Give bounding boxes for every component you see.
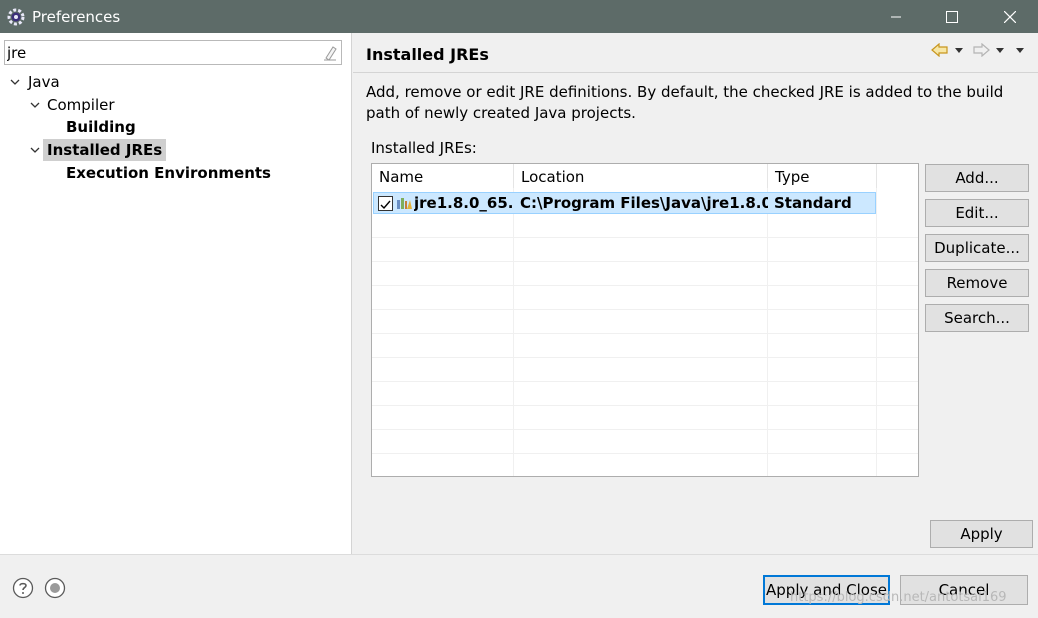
help-icon[interactable] — [12, 577, 34, 599]
table-row — [372, 286, 918, 310]
chevron-down-icon[interactable] — [952, 43, 966, 57]
jre-type: Standard — [774, 194, 852, 212]
close-button[interactable] — [982, 0, 1038, 33]
preference-page: Installed JREs Add, remove or edit JRE d… — [353, 33, 1038, 554]
tree-item-label: Compiler — [47, 96, 115, 114]
filter-input[interactable] — [5, 43, 305, 62]
view-menu-icon[interactable] — [1013, 43, 1027, 57]
table-label: Installed JREs: — [371, 139, 477, 157]
table-row — [372, 238, 918, 262]
table-row — [372, 310, 918, 334]
tree-item-compiler[interactable]: Compiler — [0, 94, 352, 116]
edit-button[interactable]: Edit... — [925, 199, 1029, 227]
tree-item-label: Installed JREs — [43, 139, 167, 161]
back-arrow-icon[interactable] — [931, 43, 949, 57]
title-bar: Preferences — [0, 0, 1038, 33]
history-navigation — [931, 43, 1027, 57]
table-row-jre[interactable]: jre1.8.0_65... C:\Program Files\Java\jre… — [373, 192, 876, 214]
default-jre-checkbox[interactable] — [378, 196, 393, 211]
table-row — [372, 214, 918, 238]
checkmark-icon — [380, 200, 391, 210]
installed-jres-table[interactable]: Name Location Type jre1.8.0_65... C:\Pro… — [371, 163, 919, 477]
filter-field[interactable] — [4, 40, 342, 65]
page-header: Installed JREs — [353, 33, 1038, 73]
tree-item-installed-jres[interactable]: Installed JREs — [0, 139, 352, 161]
watermark: https://blog.csdn.net/antotsal169 — [790, 590, 1007, 605]
tree-item-label: Execution Environments — [66, 164, 271, 182]
tree-item-building[interactable]: Building — [0, 116, 352, 138]
page-title: Installed JREs — [366, 45, 489, 64]
forward-arrow-icon[interactable] — [972, 43, 990, 57]
apply-button[interactable]: Apply — [930, 520, 1033, 548]
eraser-icon[interactable] — [323, 45, 337, 61]
preference-tree-pane: Java Compiler Building Installed JREs Ex… — [0, 33, 352, 554]
chevron-down-icon[interactable] — [993, 43, 1007, 57]
table-row — [372, 262, 918, 286]
search-button[interactable]: Search... — [925, 304, 1029, 332]
add-button[interactable]: Add... — [925, 164, 1029, 192]
column-header-location[interactable]: Location — [514, 164, 768, 188]
column-header-name[interactable]: Name — [372, 164, 514, 188]
minimize-icon — [891, 16, 901, 17]
chevron-down-icon[interactable] — [28, 143, 42, 157]
dialog-button-bar: Apply and Close Cancel https://blog.csdn… — [0, 554, 1038, 618]
eclipse-gear-icon — [7, 8, 25, 25]
table-row — [372, 382, 918, 406]
close-icon — [1004, 10, 1016, 23]
tree-item-label: Building — [66, 118, 136, 136]
table-row — [372, 430, 918, 454]
minimize-button[interactable] — [868, 0, 924, 33]
page-description: Add, remove or edit JRE definitions. By … — [366, 83, 1004, 122]
jre-name: jre1.8.0_65... — [414, 194, 514, 212]
maximize-icon — [946, 10, 958, 23]
remove-button[interactable]: Remove — [925, 269, 1029, 297]
duplicate-button[interactable]: Duplicate... — [925, 234, 1029, 262]
table-row — [372, 406, 918, 430]
jre-location: C:\Program Files\Java\jre1.8.0 — [520, 194, 768, 212]
table-row — [372, 334, 918, 358]
tree-item-label: Java — [28, 73, 60, 91]
window-title: Preferences — [32, 7, 121, 26]
maximize-button[interactable] — [924, 0, 980, 33]
tree-item-execution-environments[interactable]: Execution Environments — [0, 162, 352, 184]
chevron-down-icon[interactable] — [8, 75, 22, 89]
column-header-type[interactable]: Type — [768, 164, 877, 188]
jre-library-icon — [397, 198, 412, 209]
chevron-down-icon[interactable] — [28, 98, 42, 112]
tree-item-java[interactable]: Java — [0, 71, 352, 93]
table-row — [372, 358, 918, 382]
import-preferences-icon[interactable] — [44, 577, 66, 599]
